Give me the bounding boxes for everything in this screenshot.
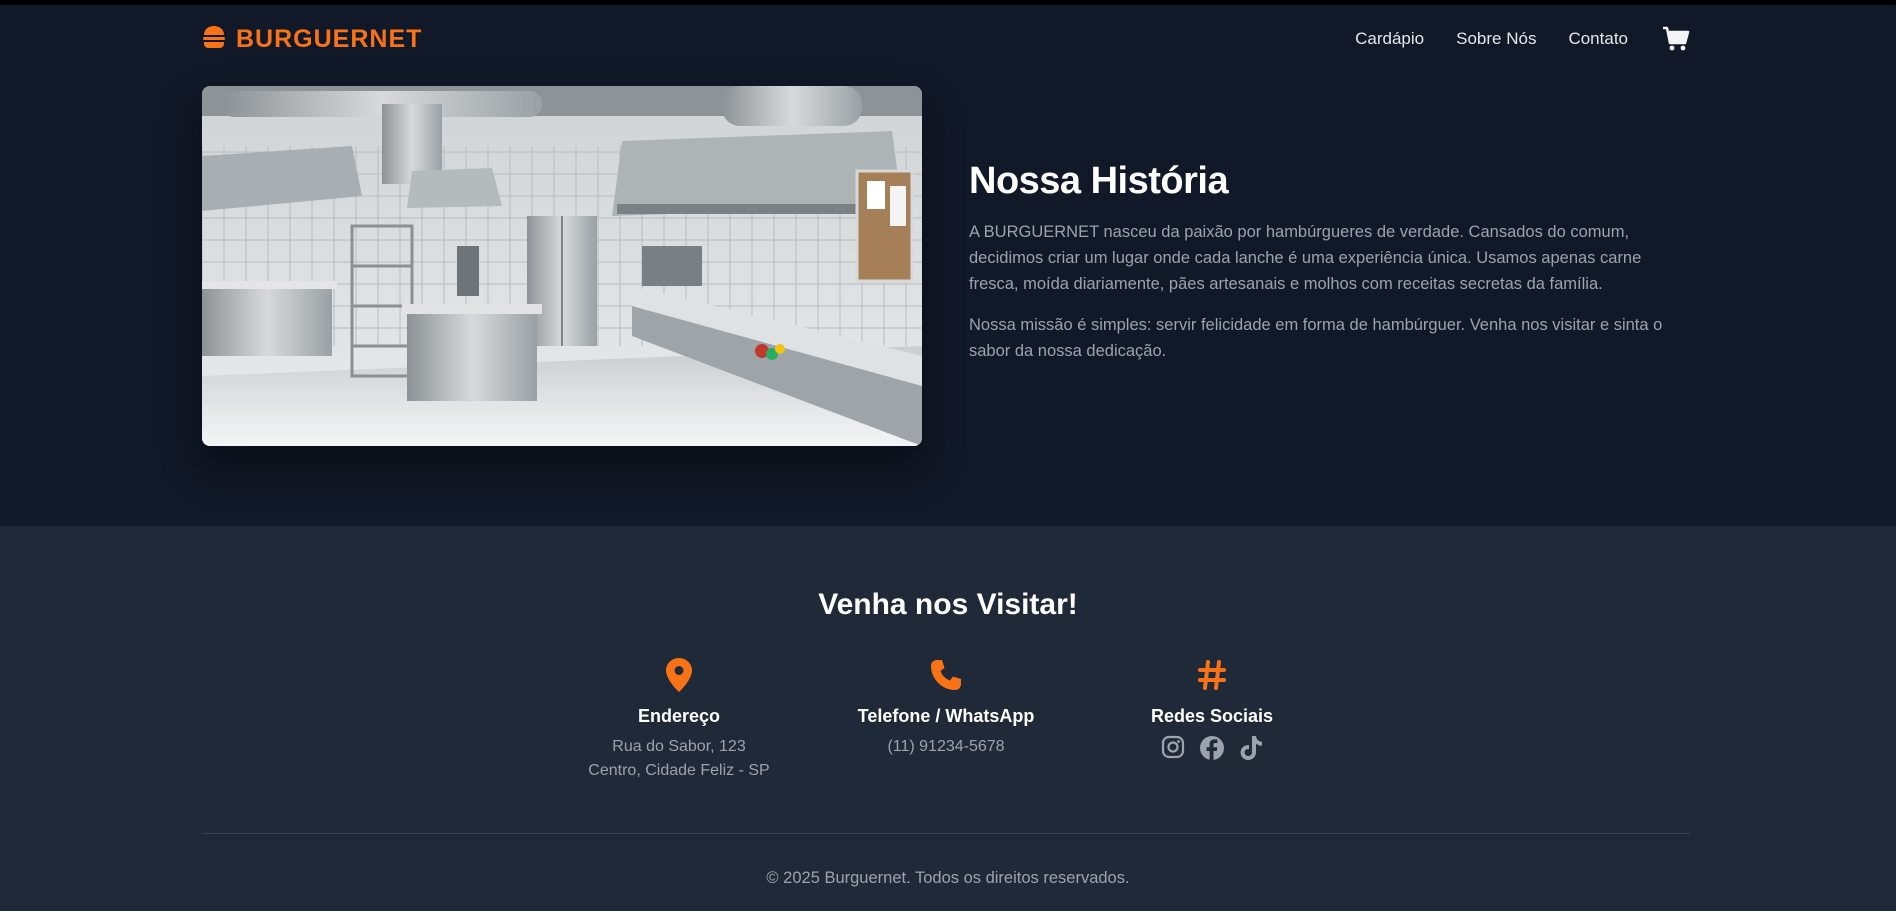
nav-link-contato[interactable]: Contato [1568, 29, 1628, 49]
about-section: Nossa História A BURGUERNET nasceu da pa… [969, 160, 1690, 379]
kitchen-photo [202, 86, 922, 446]
about-paragraph-2: Nossa missão é simples: servir felicidad… [969, 316, 1663, 360]
nav-link-cardapio[interactable]: Cardápio [1355, 29, 1424, 49]
brand-logo[interactable]: BURGUERNET [202, 25, 422, 54]
brand-name: BURGUERNET [236, 24, 423, 53]
footer: Venha nos Visitar! Endereço Rua do Sabor… [0, 526, 1896, 911]
nav-links: Cardápio Sobre Nós Contato [1355, 26, 1690, 52]
social-label: Redes Sociais [1150, 706, 1274, 726]
phone-block: Telefone / WhatsApp (11) 91234-5678 [836, 656, 1056, 759]
about-title: Nossa História [969, 160, 1229, 202]
footer-divider [202, 833, 1690, 834]
top-border [0, 0, 1896, 5]
phone-label: Telefone / WhatsApp [857, 706, 1035, 726]
cart-icon[interactable] [1662, 26, 1690, 52]
navbar: BURGUERNET Cardápio Sobre Nós Contato [202, 22, 1690, 56]
phone-number[interactable]: (11) 91234-5678 [836, 735, 1056, 759]
phone-icon [836, 656, 1056, 694]
address-label: Endereço [637, 706, 721, 726]
nav-link-sobre-nos[interactable]: Sobre Nós [1456, 29, 1536, 49]
social-block: Redes Sociais [1102, 656, 1322, 761]
instagram-icon[interactable] [1161, 735, 1185, 761]
address-block: Endereço Rua do Sabor, 123 Centro, Cidad… [569, 656, 789, 783]
copyright-text: © 2025 Burguernet. Todos os direitos res… [766, 869, 1130, 887]
social-icons [1102, 735, 1322, 761]
map-pin-icon [569, 656, 789, 694]
visit-title: Venha nos Visitar! [818, 588, 1078, 621]
tiktok-icon[interactable] [1239, 735, 1263, 761]
burger-icon [202, 25, 226, 53]
facebook-icon[interactable] [1199, 735, 1225, 761]
about-paragraph-1: A BURGUERNET nasceu da paixão por hambúr… [969, 223, 1642, 293]
address-line-1: Rua do Sabor, 123 [612, 738, 746, 755]
hashtag-icon [1102, 656, 1322, 694]
address-line-2: Centro, Cidade Feliz - SP [588, 762, 770, 779]
